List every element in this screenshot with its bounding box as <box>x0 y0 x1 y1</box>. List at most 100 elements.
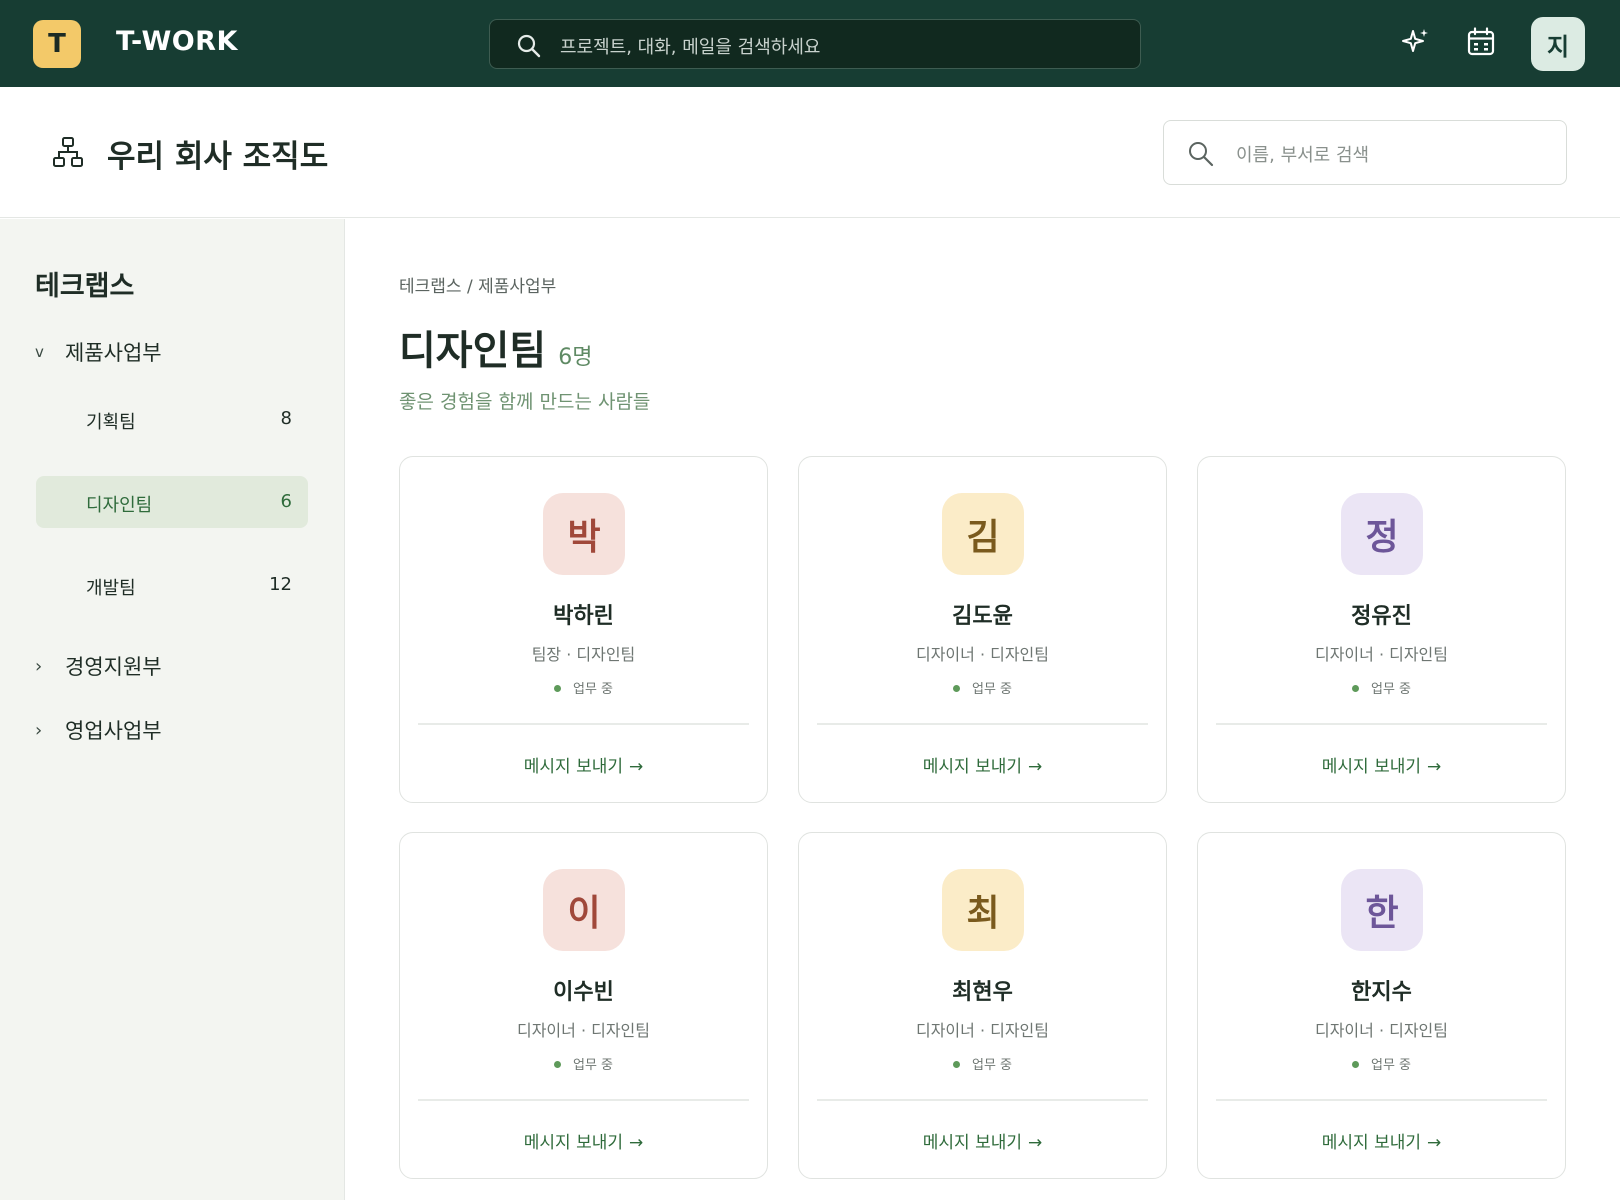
sidebar-group-product[interactable]: v 제품사업부 <box>35 337 162 367</box>
card-divider <box>817 1099 1148 1101</box>
member-avatar: 최 <box>942 869 1024 951</box>
member-avatar: 정 <box>1341 493 1423 575</box>
top-bar: T T-WORK 프로젝트, 대화, 메일을 검색하세요 지 <box>0 0 1620 87</box>
member-status: 업무 중 <box>1198 1054 1565 1073</box>
send-message-label: 메시지 보내기 <box>523 1133 623 1153</box>
status-label: 업무 중 <box>971 682 1012 697</box>
status-dot-icon <box>553 685 561 692</box>
card-divider <box>418 723 749 725</box>
member-name: 정유진 <box>1351 604 1412 629</box>
calendar-icon[interactable] <box>1466 26 1496 62</box>
ai-sparkle-icon[interactable] <box>1400 26 1432 62</box>
team-tagline: 좋은 경험을 함께 만드는 사람들 <box>399 391 651 413</box>
member-avatar: 이 <box>543 869 625 951</box>
brand-name: T-WORK <box>116 26 238 57</box>
user-avatar[interactable]: 지 <box>1531 17 1585 71</box>
send-message-label: 메시지 보내기 <box>1321 1133 1421 1153</box>
search-icon <box>1187 140 1215 172</box>
send-message-button[interactable]: 메시지 보내기 → <box>799 752 1166 777</box>
member-card[interactable]: 김김도윤디자이너 · 디자인팀업무 중메시지 보내기 → <box>798 456 1167 803</box>
breadcrumb: 테크랩스 / 제품사업부 <box>399 277 557 297</box>
global-search-placeholder: 프로젝트, 대화, 메일을 검색하세요 <box>560 37 821 58</box>
status-label: 업무 중 <box>1370 682 1411 697</box>
status-dot-icon <box>1351 685 1359 692</box>
status-label: 업무 중 <box>1370 1058 1411 1073</box>
card-divider <box>1216 723 1547 725</box>
member-card[interactable]: 정정유진디자이너 · 디자인팀업무 중메시지 보내기 → <box>1197 456 1566 803</box>
member-name: 최현우 <box>952 980 1013 1005</box>
member-role: 디자이너 · 디자인팀 <box>915 1021 1050 1040</box>
sidebar-item-dev[interactable]: 개발팀 12 <box>36 559 308 611</box>
sidebar-group-sales[interactable]: › 영업사업부 <box>35 715 162 745</box>
card-divider <box>418 1099 749 1101</box>
page-title: 우리 회사 조직도 <box>107 139 329 175</box>
send-message-label: 메시지 보내기 <box>922 1133 1022 1153</box>
send-message-button[interactable]: 메시지 보내기 → <box>400 752 767 777</box>
search-icon <box>516 33 542 63</box>
member-avatar: 김 <box>942 493 1024 575</box>
member-card[interactable]: 이이수빈디자이너 · 디자인팀업무 중메시지 보내기 → <box>399 832 768 1179</box>
sidebar-item-count: 6 <box>280 491 292 512</box>
page-header: 우리 회사 조직도 이름, 부서로 검색 <box>0 87 1620 218</box>
member-name: 한지수 <box>1351 980 1412 1005</box>
member-count: 6명 <box>558 345 593 370</box>
arrow-right-icon: → <box>1028 757 1043 777</box>
member-status: 업무 중 <box>799 678 1166 697</box>
member-status: 업무 중 <box>1198 678 1565 697</box>
status-dot-icon <box>553 1061 561 1068</box>
member-status: 업무 중 <box>400 1054 767 1073</box>
org-chart-icon <box>52 136 84 172</box>
global-search-input[interactable]: 프로젝트, 대화, 메일을 검색하세요 <box>489 19 1141 69</box>
member-name: 이수빈 <box>553 980 614 1005</box>
arrow-right-icon: → <box>1427 1133 1442 1153</box>
sidebar-item-count: 12 <box>269 574 292 595</box>
team-title: 디자인팀 <box>399 328 547 374</box>
sidebar-item-design[interactable]: 디자인팀 6 <box>36 476 308 528</box>
send-message-label: 메시지 보내기 <box>922 757 1022 777</box>
sidebar-group-label: 제품사업부 <box>65 341 162 365</box>
member-role: 팀장 · 디자인팀 <box>531 645 636 664</box>
card-divider <box>1216 1099 1547 1101</box>
member-card[interactable]: 최최현우디자이너 · 디자인팀업무 중메시지 보내기 → <box>798 832 1167 1179</box>
sidebar-item-label: 디자인팀 <box>86 495 153 516</box>
arrow-right-icon: → <box>629 757 644 777</box>
chevron-right-icon: › <box>35 655 43 677</box>
org-search-input[interactable]: 이름, 부서로 검색 <box>1163 120 1567 185</box>
sidebar-item-label: 기획팀 <box>86 412 136 433</box>
member-role: 디자이너 · 디자인팀 <box>516 1021 651 1040</box>
status-label: 업무 중 <box>572 682 613 697</box>
company-name: 테크랩스 <box>35 271 135 302</box>
sidebar-item-count: 8 <box>280 408 292 429</box>
member-role: 디자이너 · 디자인팀 <box>1314 1021 1449 1040</box>
send-message-label: 메시지 보내기 <box>523 757 623 777</box>
send-message-button[interactable]: 메시지 보내기 → <box>799 1128 1166 1153</box>
member-role: 디자이너 · 디자인팀 <box>1314 645 1449 664</box>
status-label: 업무 중 <box>572 1058 613 1073</box>
status-label: 업무 중 <box>971 1058 1012 1073</box>
send-message-button[interactable]: 메시지 보내기 → <box>1198 1128 1565 1153</box>
send-message-label: 메시지 보내기 <box>1321 757 1421 777</box>
app-logo[interactable]: T <box>33 20 81 68</box>
sidebar-item-planning[interactable]: 기획팀 8 <box>36 393 308 445</box>
arrow-right-icon: → <box>629 1133 644 1153</box>
member-card[interactable]: 박 박하린 팀장 · 디자인팀 업무 중 메시지 보내기 → <box>399 456 768 803</box>
sidebar-group-management[interactable]: › 경영지원부 <box>35 651 162 681</box>
member-card[interactable]: 한 한지수 디자이너 · 디자인팀 업무 중 메시지 보내기 → <box>1197 832 1566 1179</box>
member-status: 업무 중 <box>799 1054 1166 1073</box>
member-name: 김도윤 <box>952 604 1013 629</box>
arrow-right-icon: → <box>1427 757 1442 777</box>
sidebar-item-label: 개발팀 <box>86 578 136 599</box>
card-divider <box>817 723 1148 725</box>
member-status: 업무 중 <box>400 678 767 697</box>
chevron-right-icon: › <box>35 719 43 741</box>
status-dot-icon <box>952 685 960 692</box>
status-dot-icon <box>1351 1061 1359 1068</box>
team-header: 디자인팀 6명 <box>399 318 592 376</box>
send-message-button[interactable]: 메시지 보내기 → <box>400 1128 767 1153</box>
status-dot-icon <box>952 1061 960 1068</box>
arrow-right-icon: → <box>1028 1133 1043 1153</box>
sidebar-group-label: 경영지원부 <box>65 655 162 679</box>
send-message-button[interactable]: 메시지 보내기 → <box>1198 752 1565 777</box>
member-role: 디자이너 · 디자인팀 <box>915 645 1050 664</box>
org-sidebar: 테크랩스 v 제품사업부 기획팀 8 디자인팀 6 개발팀 12 › 경영지원부… <box>0 219 345 1200</box>
